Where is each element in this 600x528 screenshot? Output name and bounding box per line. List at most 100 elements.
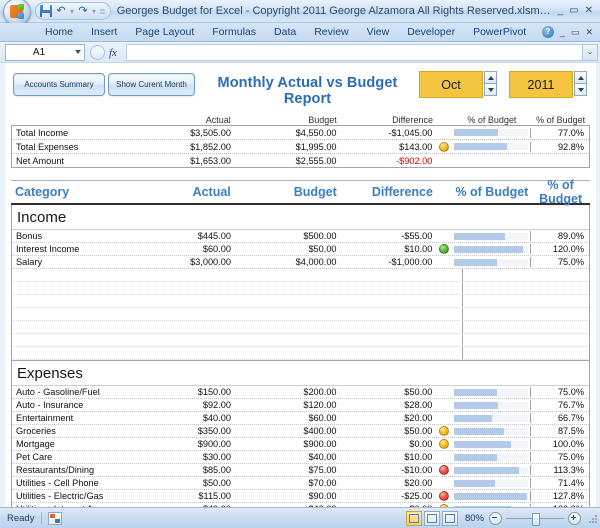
table-row: Auto - Gasoline/Fuel$150.00$200.00$50.00… bbox=[12, 386, 589, 399]
page-break-view-icon bbox=[445, 514, 455, 523]
tab-insert[interactable]: Insert bbox=[82, 24, 126, 40]
summary-row: Net Amount$1,653.00$2,555.00-$902.00 bbox=[12, 154, 589, 167]
workbook-close-button[interactable]: ✕ bbox=[585, 27, 593, 38]
status-divider bbox=[41, 512, 42, 524]
cell-category: Utilities - Cell Phone bbox=[12, 478, 129, 488]
cell-difference: $50.00 bbox=[341, 387, 437, 397]
page-layout-view-button[interactable] bbox=[424, 511, 440, 526]
table-row: Auto - Insurance$92.00$120.00$28.0076.7% bbox=[12, 399, 589, 412]
tab-data[interactable]: Data bbox=[265, 24, 305, 40]
ribbon-right-controls: ? _ ▭ ✕ bbox=[542, 26, 593, 38]
year-decrement-button[interactable] bbox=[574, 84, 587, 96]
cell-category: Entertainment bbox=[12, 413, 129, 423]
show-current-month-button[interactable]: Show Curent Month bbox=[108, 73, 195, 96]
zoom-slider[interactable] bbox=[489, 512, 581, 525]
cell-pct: 113.3% bbox=[530, 465, 589, 475]
cell-difference: $50.00 bbox=[341, 426, 437, 436]
tab-view[interactable]: View bbox=[358, 24, 399, 40]
macro-record-icon[interactable] bbox=[48, 512, 62, 525]
report-toolbar: Accounts Summary Show Curent Month Month… bbox=[5, 63, 596, 111]
tab-powerpivot[interactable]: PowerPivot bbox=[464, 24, 535, 40]
month-decrement-button[interactable] bbox=[484, 84, 497, 96]
zoom-in-button[interactable] bbox=[568, 512, 581, 525]
cell-pct: 66.7% bbox=[530, 413, 589, 423]
chevron-down-icon bbox=[488, 88, 494, 92]
page-break-view-button[interactable] bbox=[442, 511, 458, 526]
redo-icon[interactable]: ↷ bbox=[77, 5, 89, 17]
bar-track bbox=[454, 129, 528, 136]
redo-dropdown-icon[interactable]: ▾ bbox=[92, 7, 96, 16]
tab-review[interactable]: Review bbox=[305, 24, 357, 40]
minimize-button[interactable]: _ bbox=[558, 6, 564, 16]
ribbon-tabs: Home Insert Page Layout Formulas Data Re… bbox=[36, 24, 535, 40]
restore-button[interactable]: ▭ bbox=[569, 6, 578, 16]
cell-difference: -$10.00 bbox=[341, 465, 437, 475]
accounts-summary-button[interactable]: Accounts Summary bbox=[13, 73, 105, 96]
month-spinner[interactable]: Oct bbox=[419, 71, 497, 98]
bar-track bbox=[454, 480, 528, 487]
summary-header-budget: Budget bbox=[235, 115, 341, 125]
section-title: Expenses bbox=[12, 361, 589, 386]
tab-formulas[interactable]: Formulas bbox=[203, 24, 265, 40]
expand-formula-bar-icon[interactable]: ⌄ bbox=[582, 44, 598, 61]
cell-budget: $200.00 bbox=[235, 387, 341, 397]
bar-fill bbox=[454, 428, 504, 435]
cell-category: Salary bbox=[12, 257, 129, 267]
cell-pct: 120.0% bbox=[530, 244, 589, 254]
tab-home[interactable]: Home bbox=[36, 24, 82, 40]
report-title: Monthly Actual vs Budget Report bbox=[200, 75, 415, 107]
zoom-out-button[interactable] bbox=[489, 512, 502, 525]
year-increment-button[interactable] bbox=[574, 71, 587, 84]
page-layout-view-icon bbox=[427, 514, 437, 523]
year-value: 2011 bbox=[509, 71, 573, 98]
main-table-header: Category Actual Budget Difference % of B… bbox=[11, 180, 590, 205]
customize-qat-icon[interactable]: ≣ bbox=[99, 7, 106, 16]
save-icon[interactable] bbox=[40, 5, 52, 17]
cell-budget: $400.00 bbox=[235, 426, 341, 436]
cell-budget: $500.00 bbox=[235, 231, 341, 241]
table-row: Salary$3,000.00$4,000.00-$1,000.0075.0% bbox=[12, 256, 589, 269]
formula-input[interactable] bbox=[126, 44, 582, 61]
month-value: Oct bbox=[419, 71, 483, 98]
bar-track bbox=[454, 441, 528, 448]
tab-page-layout[interactable]: Page Layout bbox=[126, 24, 203, 40]
insert-function-icon[interactable]: fx bbox=[109, 47, 121, 59]
month-increment-button[interactable] bbox=[484, 71, 497, 84]
cell-bar bbox=[452, 129, 530, 136]
cell-bar bbox=[452, 402, 530, 409]
chevron-down-icon[interactable] bbox=[75, 50, 81, 54]
cell-budget: $120.00 bbox=[235, 400, 341, 410]
undo-icon[interactable]: ↶ bbox=[55, 5, 67, 17]
workbook-restore-button[interactable]: ▭ bbox=[571, 27, 580, 38]
bar-track bbox=[454, 402, 528, 409]
report-canvas: Accounts Summary Show Curent Month Month… bbox=[5, 63, 596, 508]
cell-bar bbox=[452, 389, 530, 396]
status-text: Ready bbox=[0, 513, 41, 524]
zoom-thumb[interactable] bbox=[532, 513, 540, 526]
cancel-formula-icon[interactable] bbox=[90, 45, 105, 60]
summary-row: Total Expenses$1,852.00$1,995.00$143.009… bbox=[12, 140, 589, 154]
zoom-track[interactable] bbox=[506, 518, 564, 519]
bar-fill bbox=[454, 143, 507, 150]
cell-category: Restaurants/Dining bbox=[12, 465, 129, 475]
name-box[interactable]: A1 bbox=[5, 44, 85, 61]
green-status-icon bbox=[439, 244, 449, 254]
bar-track bbox=[454, 143, 528, 150]
resize-grip[interactable] bbox=[587, 513, 597, 523]
help-icon[interactable]: ? bbox=[542, 26, 554, 38]
table-row: Bonus$445.00$500.00-$55.0089.0% bbox=[12, 230, 589, 243]
cell-bar bbox=[452, 493, 530, 500]
bar-fill bbox=[454, 493, 527, 500]
cell-difference: -$1,000.00 bbox=[341, 257, 437, 267]
zoom-level[interactable]: 80% bbox=[465, 513, 484, 524]
close-button[interactable]: ✕ bbox=[585, 6, 593, 16]
cell-indicator bbox=[436, 426, 452, 436]
tab-developer[interactable]: Developer bbox=[398, 24, 464, 40]
year-spinner[interactable]: 2011 bbox=[509, 71, 587, 98]
table-row: Mortgage$900.00$900.00$0.00100.0% bbox=[12, 438, 589, 451]
workbook-minimize-button[interactable]: _ bbox=[560, 27, 565, 37]
undo-dropdown-icon[interactable]: ▾ bbox=[70, 7, 74, 16]
cell-budget: $75.00 bbox=[235, 465, 341, 475]
normal-view-button[interactable] bbox=[406, 511, 422, 526]
cell-actual: $445.00 bbox=[129, 231, 235, 241]
